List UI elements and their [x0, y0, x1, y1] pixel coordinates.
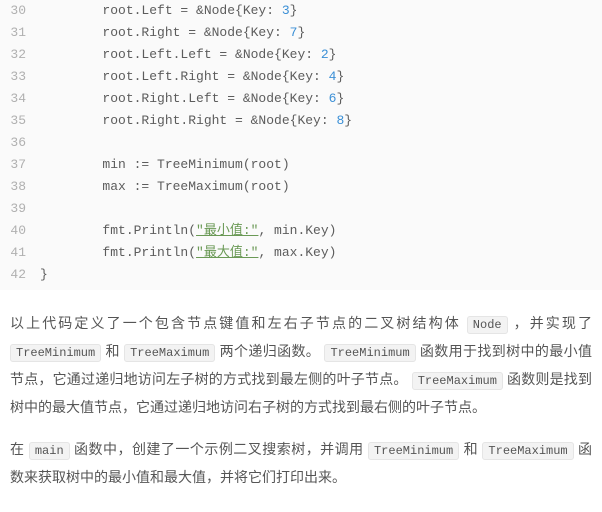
code-line: 30 root.Left = &Node{Key: 3}	[0, 0, 602, 22]
text-run: 以上代码定义了一个包含节点键值和左右子节点的二叉树结构体	[10, 315, 467, 331]
line-number: 37	[0, 154, 40, 176]
line-content: root.Right.Right = &Node{Key: 8}	[40, 110, 602, 132]
code-line: 33 root.Left.Right = &Node{Key: 4}	[0, 66, 602, 88]
line-number: 32	[0, 44, 40, 66]
line-content: root.Left.Right = &Node{Key: 4}	[40, 66, 602, 88]
text-run: 和	[101, 343, 124, 359]
code-token: }	[329, 47, 337, 62]
code-token: , min.Key)	[258, 223, 336, 238]
line-content: fmt.Println("最大值:", max.Key)	[40, 242, 602, 264]
code-token: fmt.Println(	[40, 223, 196, 238]
code-line: 32 root.Left.Left = &Node{Key: 2}	[0, 44, 602, 66]
code-token: }	[336, 91, 344, 106]
line-content: max := TreeMaximum(root)	[40, 176, 602, 198]
code-token: }	[344, 113, 352, 128]
code-token: , max.Key)	[258, 245, 336, 260]
line-content: min := TreeMinimum(root)	[40, 154, 602, 176]
code-token: root.Left.Right = &Node{Key:	[40, 69, 329, 84]
text-run: 在	[10, 441, 29, 457]
code-token: "最大值:"	[196, 245, 258, 260]
inline-code: Node	[467, 316, 508, 334]
inline-code: TreeMaximum	[124, 344, 215, 362]
paragraph-1: 以上代码定义了一个包含节点键值和左右子节点的二叉树结构体 Node ，并实现了 …	[10, 310, 592, 420]
code-token: "最小值:"	[196, 223, 258, 238]
line-number: 42	[0, 264, 40, 286]
line-number: 31	[0, 22, 40, 44]
code-token: fmt.Println(	[40, 245, 196, 260]
code-token: min := TreeMinimum(root)	[40, 157, 290, 172]
line-content: root.Left = &Node{Key: 3}	[40, 0, 602, 22]
code-line: 39	[0, 198, 602, 220]
inline-code: TreeMaximum	[482, 442, 573, 460]
inline-code: TreeMinimum	[368, 442, 459, 460]
line-number: 33	[0, 66, 40, 88]
code-token: max := TreeMaximum(root)	[40, 179, 290, 194]
code-token: root.Left = &Node{Key:	[40, 3, 282, 18]
code-line: 35 root.Right.Right = &Node{Key: 8}	[0, 110, 602, 132]
inline-code: TreeMinimum	[324, 344, 415, 362]
line-content: root.Right.Left = &Node{Key: 6}	[40, 88, 602, 110]
code-token: root.Left.Left = &Node{Key:	[40, 47, 321, 62]
code-token: 3	[282, 3, 290, 18]
line-number: 38	[0, 176, 40, 198]
line-number: 30	[0, 0, 40, 22]
line-number: 39	[0, 198, 40, 220]
line-content: root.Left.Left = &Node{Key: 2}	[40, 44, 602, 66]
code-line: 37 min := TreeMinimum(root)	[0, 154, 602, 176]
line-content: root.Right = &Node{Key: 7}	[40, 22, 602, 44]
code-line: 41 fmt.Println("最大值:", max.Key)	[0, 242, 602, 264]
code-line: 31 root.Right = &Node{Key: 7}	[0, 22, 602, 44]
line-number: 35	[0, 110, 40, 132]
line-content: }	[40, 264, 602, 286]
line-content	[40, 132, 602, 154]
code-token: }	[297, 25, 305, 40]
code-token: 2	[321, 47, 329, 62]
line-number: 36	[0, 132, 40, 154]
text-run: 两个递归函数。	[215, 343, 324, 359]
text-run: 函数中，创建了一个示例二叉搜索树，并调用	[70, 441, 368, 457]
code-line: 36	[0, 132, 602, 154]
code-line: 34 root.Right.Left = &Node{Key: 6}	[0, 88, 602, 110]
code-token: root.Right.Right = &Node{Key:	[40, 113, 336, 128]
line-number: 40	[0, 220, 40, 242]
code-token: root.Right.Left = &Node{Key:	[40, 91, 329, 106]
code-block: 30 root.Left = &Node{Key: 3}31 root.Righ…	[0, 0, 602, 290]
code-token: root.Right = &Node{Key:	[40, 25, 290, 40]
code-line: 40 fmt.Println("最小值:", min.Key)	[0, 220, 602, 242]
code-token: }	[290, 3, 298, 18]
explanation-text: 以上代码定义了一个包含节点键值和左右子节点的二叉树结构体 Node ，并实现了 …	[0, 290, 602, 512]
inline-code: TreeMinimum	[10, 344, 101, 362]
text-run: ，并实现了	[508, 315, 592, 331]
code-token: }	[40, 267, 48, 282]
line-number: 34	[0, 88, 40, 110]
text-run: 和	[459, 441, 482, 457]
code-line: 42}	[0, 264, 602, 286]
line-content	[40, 198, 602, 220]
inline-code: main	[29, 442, 70, 460]
code-line: 38 max := TreeMaximum(root)	[0, 176, 602, 198]
code-token: }	[336, 69, 344, 84]
line-content: fmt.Println("最小值:", min.Key)	[40, 220, 602, 242]
paragraph-2: 在 main 函数中，创建了一个示例二叉搜索树，并调用 TreeMinimum …	[10, 436, 592, 490]
inline-code: TreeMaximum	[412, 372, 503, 390]
line-number: 41	[0, 242, 40, 264]
